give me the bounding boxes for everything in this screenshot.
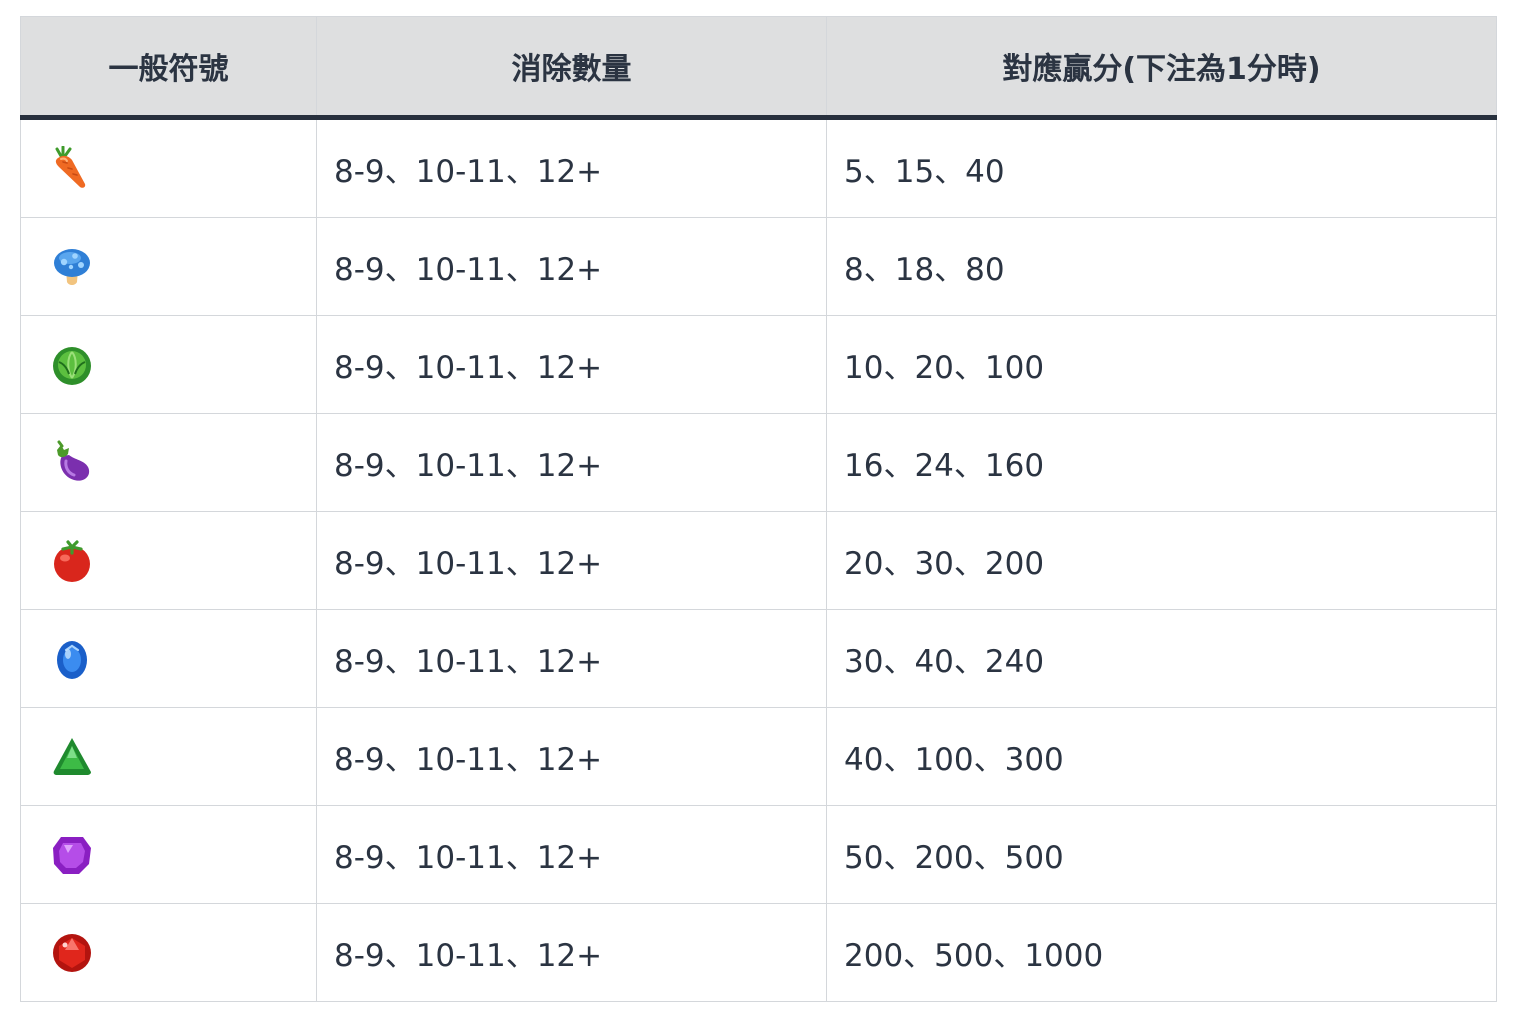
table-row: 8-9、10-11、12+ 40、100、300 — [20, 707, 1497, 806]
tomato-icon — [54, 539, 90, 582]
header-symbol: 一般符號 — [20, 16, 317, 120]
symbol-cell — [20, 609, 317, 708]
symbol-cell — [20, 117, 317, 218]
eggplant-icon — [57, 440, 90, 481]
count-cell: 8-9、10-11、12+ — [316, 805, 827, 904]
table-row: 8-9、10-11、12+ 200、500、1000 — [20, 903, 1497, 1002]
payout-cell: 10、20、100 — [826, 315, 1497, 414]
count-cell: 8-9、10-11、12+ — [316, 903, 827, 1002]
table-row: 8-9、10-11、12+ 16、24、160 — [20, 413, 1497, 512]
carrot-icon — [55, 145, 86, 188]
table-row: 8-9、10-11、12+ 8、18、80 — [20, 217, 1497, 316]
symbol-cell — [20, 511, 317, 610]
table-row: 8-9、10-11、12+ 5、15、40 — [20, 117, 1497, 218]
count-cell: 8-9、10-11、12+ — [316, 413, 827, 512]
blue-gem-icon — [57, 640, 87, 679]
payout-cell: 5、15、40 — [826, 117, 1497, 218]
table-row: 8-9、10-11、12+ 20、30、200 — [20, 511, 1497, 610]
green-gem-icon — [53, 737, 91, 775]
payout-cell: 40、100、300 — [826, 707, 1497, 806]
table-row: 8-9、10-11、12+ 10、20、100 — [20, 315, 1497, 414]
symbol-cell — [20, 315, 317, 414]
purple-gem-icon — [53, 836, 91, 874]
count-cell: 8-9、10-11、12+ — [316, 315, 827, 414]
count-cell: 8-9、10-11、12+ — [316, 707, 827, 806]
count-cell: 8-9、10-11、12+ — [316, 117, 827, 218]
payout-cell: 8、18、80 — [826, 217, 1497, 316]
header-payout: 對應贏分(下注為1分時) — [826, 16, 1497, 120]
payout-cell: 30、40、240 — [826, 609, 1497, 708]
symbol-cell — [20, 217, 317, 316]
symbol-cell — [20, 707, 317, 806]
table-row: 8-9、10-11、12+ 30、40、240 — [20, 609, 1497, 708]
payout-table: 一般符號 消除數量 對應贏分(下注為1分時) 8-9、10-11、12+ 5、1… — [20, 16, 1497, 1002]
cabbage-icon — [53, 346, 91, 385]
count-cell: 8-9、10-11、12+ — [316, 217, 827, 316]
payout-cell: 50、200、500 — [826, 805, 1497, 904]
table-header-row: 一般符號 消除數量 對應贏分(下注為1分時) — [20, 16, 1497, 120]
symbol-cell — [20, 413, 317, 512]
symbol-cell — [20, 805, 317, 904]
table-row: 8-9、10-11、12+ 50、200、500 — [20, 805, 1497, 904]
red-gem-icon — [53, 933, 91, 972]
payout-cell: 20、30、200 — [826, 511, 1497, 610]
mushroom-icon — [54, 248, 90, 285]
payout-cell: 16、24、160 — [826, 413, 1497, 512]
count-cell: 8-9、10-11、12+ — [316, 511, 827, 610]
symbol-cell — [20, 903, 317, 1002]
header-count: 消除數量 — [316, 16, 827, 120]
payout-cell: 200、500、1000 — [826, 903, 1497, 1002]
count-cell: 8-9、10-11、12+ — [316, 609, 827, 708]
